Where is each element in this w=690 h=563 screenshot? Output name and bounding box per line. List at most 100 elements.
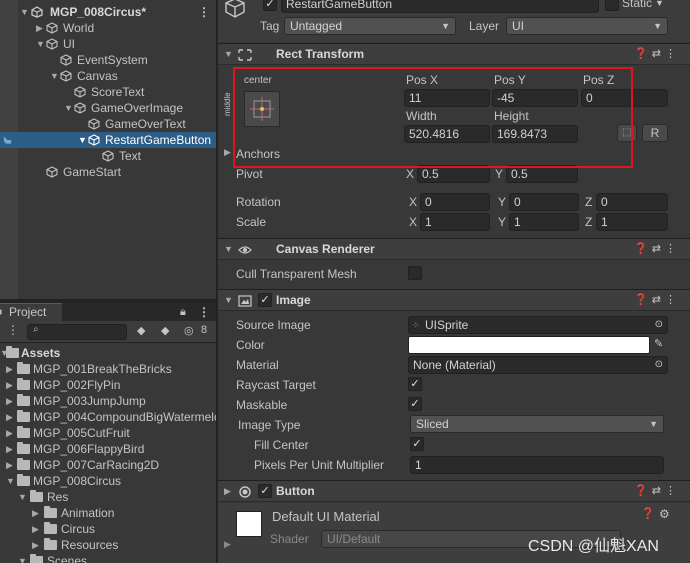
collapse-arrow-icon[interactable]: ▼ [50, 68, 59, 84]
hierarchy-item-eventsystem[interactable]: EventSystem [0, 52, 216, 68]
folder-item[interactable]: ▶ Circus [0, 521, 216, 537]
expand-arrow-icon[interactable]: ▶ [6, 425, 13, 441]
collapse-arrow-icon[interactable]: ▼ [64, 100, 73, 116]
material-field[interactable]: None (Material) ⊙ [408, 356, 668, 374]
component-tools[interactable]: ❓⇄⋮ [634, 44, 680, 65]
hierarchy-item-restartgamebutton[interactable]: ▼ RestartGameButton [0, 132, 216, 148]
folder-item[interactable]: ▶ MGP_004CompoundBigWatermelon [0, 409, 227, 425]
rotation-x-field[interactable]: 0 [420, 193, 490, 211]
component-tools[interactable]: ❓⇄⋮ [634, 290, 680, 311]
button-header[interactable]: ▶ ✓ Button ❓⇄⋮ [218, 480, 690, 502]
folder-assets[interactable]: ▼ Assets [0, 345, 216, 361]
image-enabled-checkbox[interactable]: ✓ [258, 293, 272, 307]
expand-arrow-icon[interactable]: ▶ [6, 377, 13, 393]
expand-arrow-icon[interactable]: ▶ [32, 521, 39, 537]
collapse-arrow-icon[interactable]: ▼ [224, 239, 233, 260]
folder-icon [17, 362, 30, 374]
component-tools[interactable]: ❓⇄⋮ [634, 239, 680, 260]
collapse-arrow-icon[interactable]: ▼ [18, 489, 27, 505]
expand-arrow-icon[interactable]: ▶ [224, 481, 231, 502]
expand-arrow-icon[interactable]: ▶ [6, 409, 13, 425]
expand-arrow-icon[interactable]: ▶ [6, 441, 13, 457]
rect-transform-header[interactable]: ▼ Rect Transform ❓⇄⋮ [218, 43, 690, 65]
rotation-z-field[interactable]: 0 [596, 193, 668, 211]
scale-z-field[interactable]: 1 [596, 213, 668, 231]
layer-dropdown[interactable]: UI ▼ [506, 17, 668, 35]
fill-center-checkbox[interactable]: ✓ [410, 437, 424, 451]
tab-project[interactable]: ■ Project [0, 303, 62, 321]
expand-arrow-icon[interactable]: ▶ [224, 147, 231, 158]
source-image-field[interactable]: ⁘ UISprite ⊙ [408, 316, 668, 334]
collapse-arrow-icon[interactable]: ▼ [224, 44, 233, 65]
panel-menu-icon[interactable]: ⋮ [198, 303, 210, 321]
gear-icon[interactable]: ⚙ [659, 507, 670, 521]
expand-arrow-icon[interactable]: ▶ [6, 361, 13, 377]
button-enabled-checkbox[interactable]: ✓ [258, 484, 272, 498]
folder-item[interactable]: ▼ Res [0, 489, 216, 505]
folder-label: MGP_004CompoundBigWatermelon [33, 410, 228, 424]
image-header[interactable]: ▼ ✓ Image ❓⇄⋮ [218, 289, 690, 311]
folder-item[interactable]: ▶ MGP_001BreakTheBricks [0, 361, 216, 377]
ppu-multiplier-field[interactable]: 1 [410, 456, 664, 474]
expand-arrow-icon[interactable]: ▶ [6, 393, 13, 409]
hierarchy-item-gamestart[interactable]: GameStart [0, 164, 216, 180]
static-dropdown-icon[interactable]: ▼ [655, 0, 664, 11]
expand-arrow-icon[interactable]: ▶ [224, 539, 231, 550]
folder-item[interactable]: ▶ MGP_006FlappyBird [0, 441, 216, 457]
expand-arrow-icon[interactable]: ▶ [32, 537, 39, 553]
folder-item[interactable]: ▶ MGP_002FlyPin [0, 377, 216, 393]
rotation-y-field[interactable]: 0 [509, 193, 579, 211]
hierarchy-item-gameovertext[interactable]: GameOverText [0, 116, 216, 132]
raw-edit-button[interactable]: R [642, 124, 668, 142]
help-icon[interactable]: ❓ [641, 507, 655, 520]
hierarchy-item-ui[interactable]: ▼ UI [0, 36, 216, 52]
collapse-arrow-icon[interactable]: ▼ [224, 290, 233, 311]
object-picker-icon[interactable]: ⊙ [655, 357, 663, 373]
scale-y-field[interactable]: 1 [509, 213, 579, 231]
active-checkbox[interactable]: ✓ [263, 0, 277, 11]
expand-arrow-icon[interactable]: ▶ [32, 505, 39, 521]
collapse-arrow-icon[interactable]: ▼ [20, 4, 29, 20]
eyedropper-icon[interactable]: ✎ [654, 337, 663, 350]
filter-type-icon[interactable]: ◆ [137, 324, 145, 337]
image-type-dropdown[interactable]: Sliced ▼ [410, 415, 664, 433]
filter-label-icon[interactable]: ◆ [161, 324, 169, 337]
folder-item[interactable]: ▶ Animation [0, 505, 216, 521]
static-checkbox[interactable] [605, 0, 619, 11]
collapse-arrow-icon[interactable]: ▼ [6, 473, 15, 489]
tag-dropdown[interactable]: Untagged ▼ [284, 17, 456, 35]
hierarchy-item-world[interactable]: ▶ World [0, 20, 216, 36]
maskable-checkbox[interactable]: ✓ [408, 397, 422, 411]
raycast-target-checkbox[interactable]: ✓ [408, 377, 422, 391]
color-swatch[interactable] [408, 336, 650, 354]
folder-item[interactable]: ▶ MGP_003JumpJump [0, 393, 216, 409]
hierarchy-item-canvas[interactable]: ▼ Canvas [0, 68, 216, 84]
expand-arrow-icon[interactable]: ▶ [36, 20, 43, 36]
folder-item[interactable]: ▶ MGP_007CarRacing2D [0, 457, 216, 473]
object-picker-icon[interactable]: ⊙ [655, 317, 663, 333]
collapse-arrow-icon[interactable]: ▼ [78, 132, 87, 148]
hierarchy-item-gameoverimage[interactable]: ▼ GameOverImage [0, 100, 216, 116]
object-name-input[interactable]: RestartGameButton [281, 0, 599, 13]
folder-item[interactable]: ▼ Scenes [0, 553, 216, 563]
folder-label: MGP_005CutFruit [33, 426, 130, 440]
folder-item[interactable]: ▶ Resources [0, 537, 216, 553]
scene-row[interactable]: ▼ MGP_008Circus* ⋮ [0, 4, 216, 20]
axis-y-label: Y [498, 195, 507, 209]
hierarchy-item-scoretext[interactable]: ScoreText [0, 84, 216, 100]
hierarchy-item-text[interactable]: Text [0, 148, 216, 164]
folder-item[interactable]: ▼ MGP_008Circus [0, 473, 216, 489]
collapse-arrow-icon[interactable]: ▼ [18, 553, 27, 563]
lock-icon[interactable]: 🔒︎ [180, 303, 186, 321]
search-input[interactable]: ⌕ [27, 324, 127, 340]
folder-item[interactable]: ▶ MGP_005CutFruit [0, 425, 216, 441]
scene-menu-icon[interactable]: ⋮ [198, 4, 210, 20]
expand-arrow-icon[interactable]: ▶ [6, 457, 13, 473]
add-menu-icon[interactable]: ⋮ [7, 323, 19, 337]
hidden-eye-icon[interactable]: ◎ [184, 324, 194, 337]
collapse-arrow-icon[interactable]: ▼ [36, 36, 45, 52]
cull-transparent-checkbox[interactable] [408, 266, 422, 280]
scale-x-field[interactable]: 1 [420, 213, 490, 231]
component-tools[interactable]: ❓⇄⋮ [634, 481, 680, 502]
canvas-renderer-header[interactable]: ▼ Canvas Renderer ❓⇄⋮ [218, 238, 690, 260]
